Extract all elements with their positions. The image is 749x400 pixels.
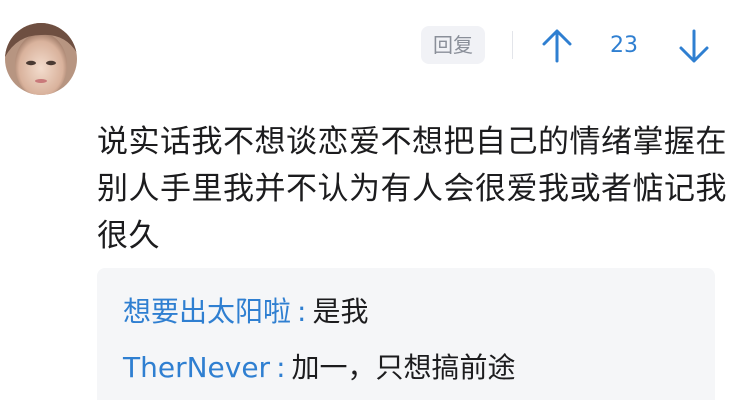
reply-item[interactable]: TherNever: 加一，只想搞前途	[123, 350, 516, 386]
reply-item[interactable]: 想要出太阳啦: 是我	[123, 294, 368, 330]
comment-card: 回复 23 说实话我不想谈恋爱不想把自己的情绪掌握在别人手里我并不认为有人会很爱…	[0, 0, 749, 400]
reply-list[interactable]: 想要出太阳啦: 是我 TherNever: 加一，只想搞前途	[97, 268, 715, 400]
arrow-up-icon	[542, 29, 572, 63]
avatar-image	[5, 23, 77, 95]
reply-separator: :	[297, 295, 307, 328]
reply-separator: :	[276, 351, 286, 384]
vote-count: 23	[610, 33, 638, 58]
reply-author[interactable]: 想要出太阳啦	[123, 295, 291, 328]
reply-button[interactable]: 回复	[421, 26, 485, 64]
comment-text: 说实话我不想谈恋爱不想把自己的情绪掌握在别人手里我并不认为有人会很爱我或者惦记我…	[97, 124, 727, 254]
avatar[interactable]	[5, 23, 77, 95]
arrow-down-icon	[679, 29, 709, 63]
reply-text: 加一，只想搞前途	[291, 351, 516, 384]
reply-author[interactable]: TherNever	[123, 351, 270, 384]
action-divider	[512, 31, 513, 59]
downvote-button[interactable]	[675, 26, 713, 66]
reply-text: 是我	[312, 295, 369, 328]
upvote-button[interactable]	[538, 26, 576, 66]
